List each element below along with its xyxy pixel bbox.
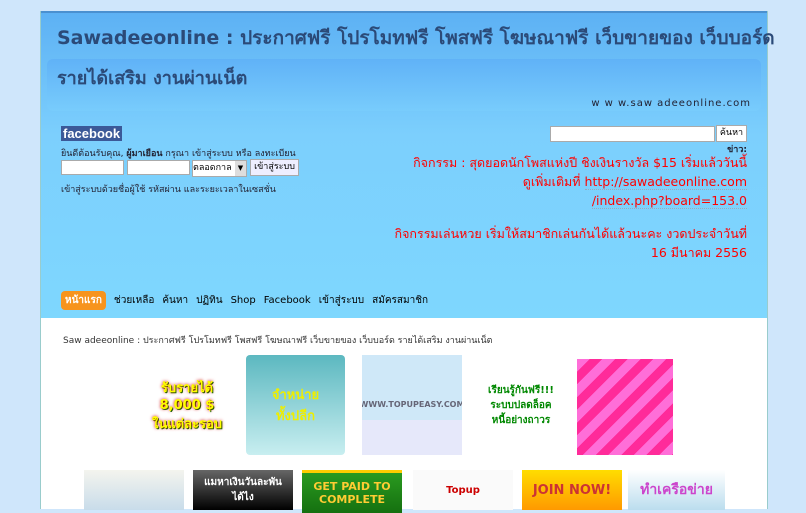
please-label: กรุณา	[165, 149, 190, 159]
header: Sawadeeonline : ประกาศฟรี โปรโมทฟรี โพสฟ…	[41, 11, 775, 318]
news-link[interactable]: http://sawadeeonline.com	[584, 174, 747, 190]
register-link[interactable]: ลงทะเบียน	[255, 149, 296, 159]
ad-banner-getpaid[interactable]: GET PAID TO COMPLETE	[302, 470, 402, 513]
search-input[interactable]	[550, 126, 715, 142]
duration-value: ตลอดกาล	[193, 163, 232, 173]
welcome-label: ยินดีต้อนรับคุณ,	[61, 149, 124, 159]
ad-banner-wholesale[interactable]: จำหน่าย ทั้งปลีก	[246, 355, 345, 455]
news-item-2-date: 16 มีนาคม 2556	[650, 245, 747, 260]
news-item-2-text: กิจกรรมเล่นหวย เริ่มให้สมาชิกเล่นกันได้แ…	[394, 226, 747, 241]
facebook-logo[interactable]: facebook	[61, 126, 123, 141]
password-input[interactable]	[127, 160, 190, 175]
nav-facebook[interactable]: Facebook	[264, 293, 311, 308]
or-label: หรือ	[235, 149, 252, 159]
breadcrumb[interactable]: Saw adeeonline : ประกาศฟรี โปรโมทฟรี โพส…	[63, 333, 493, 347]
news-item-1-text: กิจกรรม : สุดยอดนักโพสแห่งปี ชิงเงินรางว…	[413, 155, 747, 170]
news-link-cont[interactable]: /index.php?board=153.0	[591, 193, 747, 209]
ad-banner-income[interactable]: รับรายได้ 8,000 $ ในแต่ละรอบ	[138, 355, 236, 455]
ad-banner-topupeasy[interactable]: WWW.TOPUPEASY.COM	[362, 355, 462, 455]
site-subtitle: รายได้เสริม งานผ่านเน็ต	[57, 68, 248, 89]
ad-banner-debt[interactable]: เรียนรู้กันฟรี!!! ระบบปลดล็อค หนี้อย่างถ…	[472, 355, 570, 455]
site-url: w w w.saw adeeonline.com	[591, 98, 751, 109]
login-hint: เข้าสู่ระบบด้วยชื่อผู้ใช้ รหัสผ่าน และระ…	[61, 185, 276, 195]
ad-banner-joinnow[interactable]: JOIN NOW!	[522, 470, 622, 510]
ad-banner-topup[interactable]: Topup	[413, 470, 513, 510]
login-button[interactable]: เข้าสู่ระบบ	[250, 159, 299, 176]
nav-login[interactable]: เข้าสู่ระบบ	[319, 291, 364, 310]
username-input[interactable]	[61, 160, 124, 175]
welcome-text: ยินดีต้อนรับคุณ, ผู้มาเยือน กรุณา เข้าสู…	[61, 146, 296, 160]
news-more-label: ดูเพิ่มเติมที่	[522, 174, 581, 189]
news-item-1: กิจกรรม : สุดยอดนักโพสแห่งปี ชิงเงินรางว…	[413, 153, 747, 210]
page-container: Sawadeeonline : ประกาศฟรี โปรโมทฟรี โพสฟ…	[40, 11, 775, 513]
main-nav: หน้าแรก ช่วยเหลือ ค้นหา ปฏิทิน Shop Face…	[61, 291, 428, 310]
search-button[interactable]: ค้นหา	[716, 125, 747, 142]
nav-search[interactable]: ค้นหา	[162, 291, 188, 310]
news-item-2: กิจกรรมเล่นหวย เริ่มให้สมาชิกเล่นกันได้แ…	[395, 224, 747, 262]
ad-banner-pink[interactable]	[577, 359, 673, 455]
site-title[interactable]: Sawadeeonline : ประกาศฟรี โปรโมทฟรี โพสฟ…	[57, 23, 775, 53]
ad-banner-network[interactable]: ทำเครือข่าย	[628, 470, 725, 510]
nav-help[interactable]: ช่วยเหลือ	[114, 291, 154, 310]
ad-banner-globe[interactable]	[84, 470, 184, 510]
ad-banner-earn[interactable]: แมหาเงินวันละพัน ได้ไง	[193, 470, 293, 510]
guest-label: ผู้มาเยือน	[126, 149, 163, 159]
nav-home[interactable]: หน้าแรก	[61, 291, 106, 310]
nav-calendar[interactable]: ปฏิทิน	[196, 291, 223, 310]
session-duration-select[interactable]: ตลอดกาล ▼	[192, 160, 247, 177]
nav-register[interactable]: สมัครสมาชิก	[372, 291, 428, 310]
chevron-down-icon: ▼	[235, 161, 246, 176]
nav-shop[interactable]: Shop	[231, 293, 256, 308]
login-link[interactable]: เข้าสู่ระบบ	[192, 149, 233, 159]
